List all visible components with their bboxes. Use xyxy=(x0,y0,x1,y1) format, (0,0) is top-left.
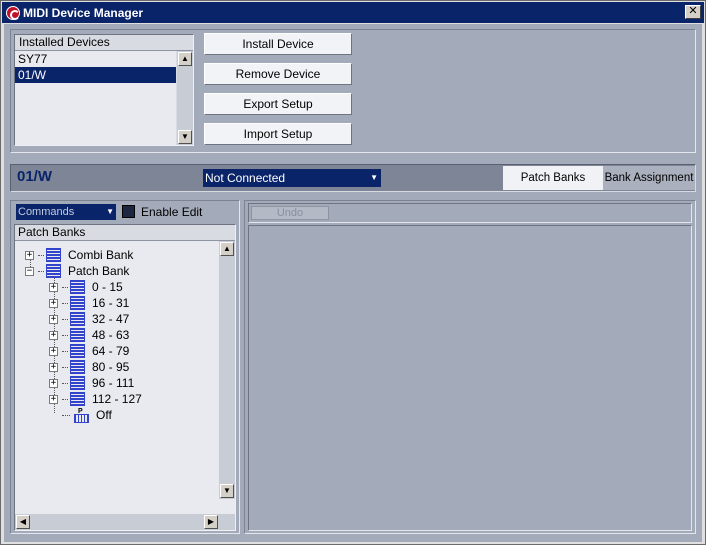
bank-icon xyxy=(70,296,85,310)
chevron-down-icon: ▼ xyxy=(106,207,114,216)
expand-icon[interactable]: + xyxy=(49,282,58,292)
tree-connector xyxy=(62,382,68,384)
tree-node-off[interactable]: Off xyxy=(62,404,112,423)
tree-horizontal-scrollbar[interactable]: ◀ ▶ xyxy=(15,514,219,530)
midi-device-manager-window: MIDI Device Manager ✕ Installed Devices … xyxy=(0,0,706,545)
device-list-scrollbar[interactable]: ▲ ▼ xyxy=(177,51,193,145)
bank-icon xyxy=(70,312,85,326)
install-device-button[interactable]: Install Device xyxy=(204,33,352,55)
tree-node-patch-bank[interactable]: − Patch Bank xyxy=(25,263,129,279)
tree-label: 48 - 63 xyxy=(92,328,130,342)
import-setup-button[interactable]: Import Setup xyxy=(204,123,352,145)
expand-icon[interactable]: + xyxy=(49,394,58,404)
installed-devices-list[interactable]: Installed Devices SY77 01/W ▲ ▼ xyxy=(14,34,194,146)
tree-node-range[interactable]: + 32 - 47 xyxy=(49,311,129,327)
expand-icon[interactable]: + xyxy=(49,378,58,388)
bank-icon xyxy=(70,280,85,294)
expand-icon[interactable]: + xyxy=(49,330,58,340)
commands-value: Commands xyxy=(18,206,75,218)
tree-connector xyxy=(62,302,68,304)
tree-connector xyxy=(62,334,68,336)
tree-label: 96 - 111 xyxy=(92,376,135,390)
tree-node-range[interactable]: + 16 - 31 xyxy=(49,295,129,311)
device-item-01w[interactable]: 01/W xyxy=(15,67,176,83)
expand-icon[interactable]: + xyxy=(25,250,34,260)
tree-node-range[interactable]: + 80 - 95 xyxy=(49,359,129,375)
installed-devices-header: Installed Devices xyxy=(15,35,193,51)
tree-connector xyxy=(62,398,68,400)
expand-icon[interactable]: + xyxy=(49,362,58,372)
device-bar: 01/W Not Connected ▼ Patch Banks Bank As… xyxy=(10,164,696,192)
scroll-right-icon[interactable]: ▶ xyxy=(204,515,218,529)
scroll-left-icon[interactable]: ◀ xyxy=(16,515,30,529)
tree-connector xyxy=(62,366,68,368)
cubase-logo-icon xyxy=(6,5,20,20)
tree-label: 0 - 15 xyxy=(92,280,123,294)
expand-icon[interactable]: + xyxy=(49,298,58,308)
tree-vertical-scrollbar[interactable]: ▲ ▼ xyxy=(219,241,235,499)
tree-node-range[interactable]: + 0 - 15 xyxy=(49,279,123,295)
connection-value: Not Connected xyxy=(205,171,286,185)
client-area: Installed Devices SY77 01/W ▲ ▼ Install … xyxy=(4,24,702,542)
scroll-down-icon[interactable]: ▼ xyxy=(220,484,234,498)
export-setup-button[interactable]: Export Setup xyxy=(204,93,352,115)
tree-connector xyxy=(38,254,44,256)
tree-connector xyxy=(62,350,68,352)
scroll-down-icon[interactable]: ▼ xyxy=(178,130,192,144)
tree-connector xyxy=(62,414,70,416)
tree-node-range[interactable]: + 96 - 111 xyxy=(49,375,134,391)
tab-bank-assignment[interactable]: Bank Assignment xyxy=(603,166,695,190)
tree-label: Off xyxy=(96,408,112,422)
enable-edit-checkbox[interactable] xyxy=(122,205,135,218)
bank-icon xyxy=(70,376,85,390)
tree-label: Combi Bank xyxy=(68,248,134,262)
editor-content-area[interactable] xyxy=(248,225,692,531)
device-item-sy77[interactable]: SY77 xyxy=(15,51,176,67)
tree-node-range[interactable]: + 112 - 127 xyxy=(49,391,142,407)
undo-button[interactable]: Undo xyxy=(251,206,329,220)
tree-node-range[interactable]: + 64 - 79 xyxy=(49,343,129,359)
enable-edit-label: Enable Edit xyxy=(141,205,203,219)
tree-label: 112 - 127 xyxy=(92,392,142,406)
bank-icon xyxy=(70,344,85,358)
title-bar[interactable]: MIDI Device Manager ✕ xyxy=(2,2,704,23)
tree-header: Patch Banks xyxy=(15,225,235,241)
tree-connector xyxy=(38,270,44,272)
scroll-up-icon[interactable]: ▲ xyxy=(220,242,234,256)
tab-patch-banks[interactable]: Patch Banks xyxy=(503,166,603,190)
chevron-down-icon: ▼ xyxy=(370,173,378,182)
connection-select[interactable]: Not Connected ▼ xyxy=(203,169,381,187)
tree-connector xyxy=(62,286,68,288)
bank-icon xyxy=(70,360,85,374)
commands-select[interactable]: Commands ▼ xyxy=(16,204,116,220)
tree-connector xyxy=(62,318,68,320)
device-list-items: SY77 01/W xyxy=(15,51,176,145)
tree-label: 32 - 47 xyxy=(92,312,130,326)
tree-label: 80 - 95 xyxy=(92,360,130,374)
patch-banks-panel: Commands ▼ Enable Edit Patch Banks + Com… xyxy=(10,200,240,534)
bank-icon xyxy=(46,248,61,262)
expand-icon[interactable]: + xyxy=(49,346,58,356)
tree-label: 16 - 31 xyxy=(92,296,130,310)
undo-toolbar: Undo xyxy=(248,203,692,223)
patch-icon xyxy=(74,404,89,423)
bank-editor-panel: Undo xyxy=(244,200,696,534)
collapse-icon[interactable]: − xyxy=(25,266,34,276)
tree-node-combi-bank[interactable]: + Combi Bank xyxy=(25,247,133,263)
bank-icon xyxy=(70,328,85,342)
tree-label: 64 - 79 xyxy=(92,344,130,358)
window-title: MIDI Device Manager xyxy=(23,5,144,20)
scroll-up-icon[interactable]: ▲ xyxy=(178,52,192,66)
close-button[interactable]: ✕ xyxy=(685,5,701,19)
tree-node-range[interactable]: + 48 - 63 xyxy=(49,327,129,343)
patch-tree[interactable]: Patch Banks + Combi Bank − Patch Bank + … xyxy=(14,224,236,531)
scrollbar-corner xyxy=(219,514,235,530)
selected-device-name: 01/W xyxy=(17,168,53,185)
tree-label: Patch Bank xyxy=(68,264,130,278)
bank-icon xyxy=(46,264,61,278)
expand-icon[interactable]: + xyxy=(49,314,58,324)
remove-device-button[interactable]: Remove Device xyxy=(204,63,352,85)
